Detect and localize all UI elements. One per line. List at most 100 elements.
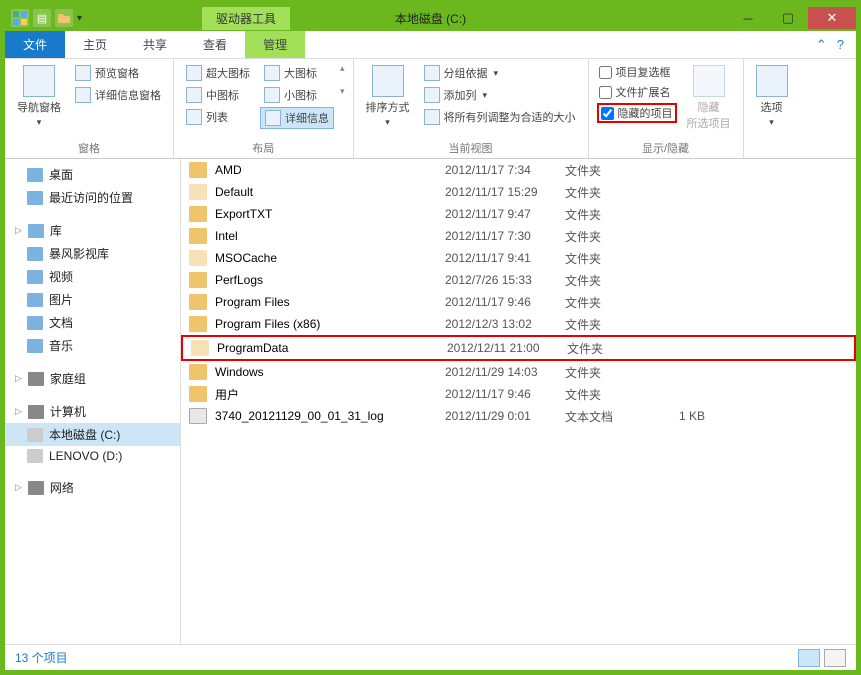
folder-icon bbox=[189, 206, 207, 222]
explorer-icon[interactable] bbox=[11, 9, 29, 27]
nav-documents[interactable]: 文档 bbox=[5, 311, 180, 334]
file-date: 2012/11/17 9:46 bbox=[445, 295, 565, 309]
folder-icon bbox=[189, 272, 207, 288]
preview-pane-button[interactable]: 预览窗格 bbox=[71, 63, 165, 83]
status-bar: 13 个项目 bbox=[5, 644, 856, 670]
file-name: Program Files bbox=[215, 295, 445, 309]
chevron-icon: ▷ bbox=[15, 373, 22, 384]
file-type: 文件夹 bbox=[565, 364, 645, 381]
file-icon bbox=[189, 408, 207, 424]
nav-pane-button[interactable]: 导航窗格 ▾ bbox=[13, 63, 65, 130]
dropdown-icon: ▾ bbox=[769, 117, 774, 128]
add-columns-button[interactable]: 添加列▾ bbox=[420, 85, 580, 105]
file-row[interactable]: Windows2012/11/29 14:03文件夹 bbox=[181, 361, 856, 383]
options-button[interactable]: 选项 ▾ bbox=[752, 63, 792, 130]
file-row[interactable]: Default2012/11/17 15:29文件夹 bbox=[181, 181, 856, 203]
layout-details[interactable]: 详细信息 bbox=[260, 107, 334, 129]
properties-icon[interactable]: ▤ bbox=[33, 9, 51, 27]
group-current-view: 排序方式 ▾ 分组依据▾ 添加列▾ 将所有列调整为合适的大小 当前视图 bbox=[354, 59, 589, 158]
maximize-button[interactable]: ▢ bbox=[768, 7, 808, 29]
nav-cdrive[interactable]: 本地磁盘 (C:) bbox=[5, 423, 180, 446]
file-type: 文件夹 bbox=[565, 272, 645, 289]
details-pane-button[interactable]: 详细信息窗格 bbox=[71, 85, 165, 105]
tab-share[interactable]: 共享 bbox=[125, 31, 185, 58]
minimize-button[interactable]: ─ bbox=[728, 7, 768, 29]
quick-access-toolbar: ▤ ▾ bbox=[5, 9, 82, 27]
tab-home[interactable]: 主页 bbox=[65, 31, 125, 58]
group-panes: 导航窗格 ▾ 预览窗格 详细信息窗格 窗格 bbox=[5, 59, 174, 158]
nav-libraries[interactable]: ▷库 bbox=[5, 219, 180, 242]
file-row[interactable]: 3740_20121129_00_01_31_log2012/11/29 0:0… bbox=[181, 405, 856, 427]
folder-icon bbox=[189, 228, 207, 244]
layout-list[interactable]: 列表 bbox=[182, 107, 254, 127]
nav-videos[interactable]: 视频 bbox=[5, 265, 180, 288]
file-row[interactable]: ProgramData2012/12/11 21:00文件夹 bbox=[181, 335, 856, 361]
tab-manage[interactable]: 管理 bbox=[245, 31, 305, 58]
item-checkboxes-toggle[interactable]: 项目复选框 bbox=[597, 63, 677, 81]
folder-icon bbox=[189, 294, 207, 310]
icons-view-button[interactable] bbox=[824, 649, 846, 667]
nav-music[interactable]: 音乐 bbox=[5, 334, 180, 357]
file-type: 文件夹 bbox=[565, 184, 645, 201]
file-date: 2012/12/3 13:02 bbox=[445, 317, 565, 331]
file-row[interactable]: 用户2012/11/17 9:46文件夹 bbox=[181, 383, 856, 405]
nav-ddrive[interactable]: LENOVO (D:) bbox=[5, 446, 180, 466]
help-icon[interactable]: ? bbox=[837, 37, 844, 52]
layout-sm[interactable]: 小图标 bbox=[260, 85, 334, 105]
file-row[interactable]: AMD2012/11/17 7:34文件夹 bbox=[181, 159, 856, 181]
nav-computer[interactable]: ▷计算机 bbox=[5, 400, 180, 423]
details-view-button[interactable] bbox=[798, 649, 820, 667]
folder-icon[interactable] bbox=[55, 9, 73, 27]
tab-view[interactable]: 查看 bbox=[185, 31, 245, 58]
file-date: 2012/11/17 9:41 bbox=[445, 251, 565, 265]
hide-selected-button[interactable]: 隐藏 所选项目 bbox=[683, 63, 735, 133]
hidden-items-toggle[interactable]: 隐藏的项目 bbox=[597, 103, 677, 123]
file-name: Program Files (x86) bbox=[215, 317, 445, 331]
tab-file[interactable]: 文件 bbox=[5, 31, 65, 58]
file-date: 2012/11/29 0:01 bbox=[445, 409, 565, 423]
nav-recent[interactable]: 最近访问的位置 bbox=[5, 186, 180, 209]
fit-columns-button[interactable]: 将所有列调整为合适的大小 bbox=[420, 107, 580, 127]
nav-desktop[interactable]: 桌面 bbox=[5, 163, 180, 186]
file-date: 2012/7/26 15:33 bbox=[445, 273, 565, 287]
file-type: 文件夹 bbox=[565, 162, 645, 179]
nav-homegroup[interactable]: ▷家庭组 bbox=[5, 367, 180, 390]
file-extensions-toggle[interactable]: 文件扩展名 bbox=[597, 83, 677, 101]
file-type: 文件夹 bbox=[565, 386, 645, 403]
layout-lg[interactable]: 大图标 bbox=[260, 63, 334, 83]
file-date: 2012/11/17 7:34 bbox=[445, 163, 565, 177]
file-date: 2012/11/29 14:03 bbox=[445, 365, 565, 379]
file-row[interactable]: Intel2012/11/17 7:30文件夹 bbox=[181, 225, 856, 247]
qat-dropdown-icon[interactable]: ▾ bbox=[77, 13, 82, 24]
layout-xl[interactable]: 超大图标 bbox=[182, 63, 254, 83]
file-type: 文件夹 bbox=[565, 206, 645, 223]
file-list: AMD2012/11/17 7:34文件夹Default2012/11/17 1… bbox=[181, 159, 856, 644]
file-name: Intel bbox=[215, 229, 445, 243]
file-name: Default bbox=[215, 185, 445, 199]
file-row[interactable]: ExportTXT2012/11/17 9:47文件夹 bbox=[181, 203, 856, 225]
file-date: 2012/11/17 9:47 bbox=[445, 207, 565, 221]
scroll-down-icon[interactable]: ▾ bbox=[340, 86, 345, 97]
folder-icon bbox=[189, 250, 207, 266]
close-button[interactable]: ✕ bbox=[808, 7, 856, 29]
layout-md[interactable]: 中图标 bbox=[182, 85, 254, 105]
minimize-ribbon-icon[interactable]: ⌃ bbox=[816, 37, 827, 53]
sort-button[interactable]: 排序方式 ▾ bbox=[362, 63, 414, 130]
file-type: 文件夹 bbox=[565, 228, 645, 245]
file-row[interactable]: MSOCache2012/11/17 9:41文件夹 bbox=[181, 247, 856, 269]
nav-baofeng[interactable]: 暴风影视库 bbox=[5, 242, 180, 265]
titlebar: ▤ ▾ 驱动器工具 本地磁盘 (C:) ─ ▢ ✕ bbox=[5, 5, 856, 31]
group-by-button[interactable]: 分组依据▾ bbox=[420, 63, 580, 83]
file-row[interactable]: Program Files (x86)2012/12/3 13:02文件夹 bbox=[181, 313, 856, 335]
nav-network[interactable]: ▷网络 bbox=[5, 476, 180, 499]
folder-icon bbox=[189, 184, 207, 200]
folder-icon bbox=[191, 340, 209, 356]
file-name: 用户 bbox=[215, 386, 445, 403]
file-name: MSOCache bbox=[215, 251, 445, 265]
file-pane: AMD2012/11/17 7:34文件夹Default2012/11/17 1… bbox=[181, 159, 856, 644]
nav-pictures[interactable]: 图片 bbox=[5, 288, 180, 311]
file-row[interactable]: PerfLogs2012/7/26 15:33文件夹 bbox=[181, 269, 856, 291]
scroll-up-icon[interactable]: ▴ bbox=[340, 63, 345, 74]
file-type: 文件夹 bbox=[565, 294, 645, 311]
file-row[interactable]: Program Files2012/11/17 9:46文件夹 bbox=[181, 291, 856, 313]
